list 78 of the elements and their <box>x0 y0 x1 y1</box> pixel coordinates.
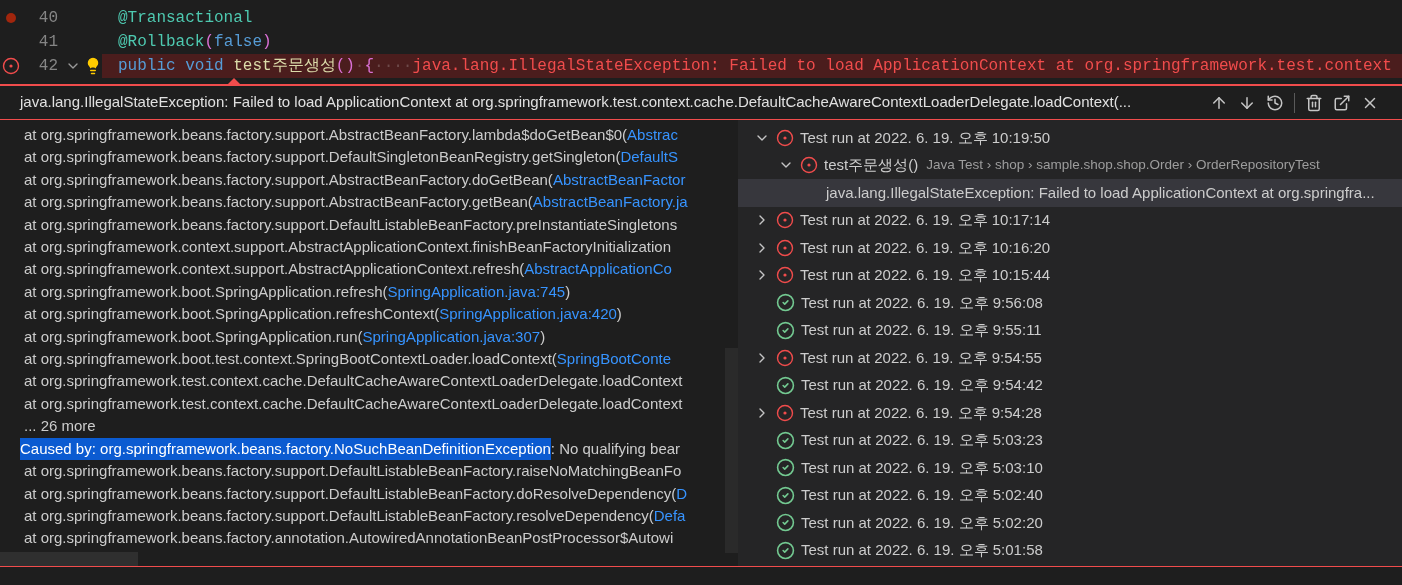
code-line: public void test주문생성()·{····java.lang.IllegalStateException: Failed to load ApplicationContext at org.springframework.test.context <box>118 56 1392 77</box>
tree-row[interactable]: Test run at 2022. 6. 19. 오후 5:03:10 <box>738 454 1402 482</box>
tree-row[interactable]: Test run at 2022. 6. 19. 오후 10:16:20 <box>738 234 1402 262</box>
selected-text: Caused by: org.springframework.beans.factory.NoSuchBeanDefinitionException <box>20 437 551 461</box>
tree-row[interactable]: Test run at 2022. 6. 19. 오후 9:56:08 <box>738 289 1402 317</box>
stack-frame-text: at org.springframework.beans.factory.support.AbstractBeanFactory.doGetBean( <box>24 169 553 190</box>
test-run-label: Test run at 2022. 6. 19. 오후 9:54:42 <box>801 375 1043 395</box>
test-run-label: Test run at 2022. 6. 19. 오후 9:56:08 <box>801 292 1043 313</box>
tree-row[interactable]: Test run at 2022. 6. 19. 오후 5:02:40 <box>738 481 1402 509</box>
stack-frame-text: at org.springframework.boot.test.context.SpringBootContextLoader.loadContext( <box>24 349 557 370</box>
test-path: Java Test › shop › sample.shop.shop.Order › OrderRepositoryTest <box>926 156 1320 175</box>
test-run-label: Test run at 2022. 6. 19. 오후 5:03:23 <box>801 430 1043 450</box>
test-run-label: Test run at 2022. 6. 19. 오후 10:15:44 <box>800 265 1051 285</box>
source-link[interactable]: Abstrac <box>627 124 678 147</box>
line-number: 42 <box>37 56 58 77</box>
test-run-label: Test run at 2022. 6. 19. 오후 10:17:14 <box>800 210 1051 230</box>
tree-row[interactable]: test주문생성() Java Test › shop › sample.shop.shop.Order › OrderRepositoryTest <box>738 151 1402 179</box>
tree-row[interactable]: Test run at 2022. 6. 19. 오후 5:02:20 <box>738 509 1402 537</box>
test-run-label: Test run at 2022. 6. 19. 오후 10:19:50 <box>800 127 1051 148</box>
source-link[interactable]: AbstractBeanFactory.ja <box>532 191 688 214</box>
source-link[interactable]: D <box>676 482 688 505</box>
tree-row[interactable]: Test run at 2022. 6. 19. 오후 10:17:14 <box>738 206 1402 234</box>
tree-row[interactable]: Test run at 2022. 6. 19. 오후 9:54:55 <box>738 344 1402 372</box>
test-run-label: Test run at 2022. 6. 19. 오후 9:54:28 <box>800 402 1042 423</box>
stack-frame-text: at org.springframework.beans.factory.support.DefaultListableBeanFactory.resolveDependency( <box>24 505 654 526</box>
code-line: @Transactional <box>118 8 253 29</box>
horizontal-scrollbar[interactable] <box>0 552 138 566</box>
test-run-label: Test run at 2022. 6. 19. 오후 9:54:55 <box>800 347 1042 368</box>
stack-frame-text: at org.springframework.beans.factory.support.AbstractBeanFactory.getBean( <box>24 192 533 213</box>
delete-button[interactable] <box>1305 93 1323 112</box>
test-run-label: Test run at 2022. 6. 19. 오후 5:03:10 <box>801 457 1043 478</box>
source-link[interactable]: SpringApplication.java:420 <box>439 303 617 326</box>
tree-row[interactable]: java.lang.IllegalStateException: Failed to load ApplicationContext at org.springfra... <box>738 179 1402 207</box>
tree-row[interactable]: Test run at 2022. 6. 19. 오후 5:03:23 <box>738 426 1402 454</box>
stack-frame-text: at org.springframework.beans.factory.support.DefaultSingletonBeanRegistry.getSingleton( <box>24 147 621 168</box>
test-run-label: Test run at 2022. 6. 19. 오후 5:01:58 <box>801 540 1043 560</box>
stack-frame-text: at org.springframework.context.support.AbstractApplicationContext.refresh( <box>24 259 525 280</box>
stack-frame-text: at org.springframework.test.context.cache.DefaultCacheAwareContextLoaderDelegate.loadContext <box>24 393 683 414</box>
stack-frame-text: ) <box>616 304 622 325</box>
code-line: @Rollback(false) <box>118 32 272 53</box>
stack-frame-text: at org.springframework.test.context.cache.DefaultCacheAwareContextLoaderDelegate.loadContext <box>24 371 683 392</box>
test-run-label: Test run at 2022. 6. 19. 오후 10:16:20 <box>800 237 1051 258</box>
test-run-label: Test run at 2022. 6. 19. 오후 5:02:40 <box>801 485 1043 505</box>
source-link[interactable]: AbstractApplicationCo <box>524 258 672 281</box>
stack-trace-text: ... 26 more <box>24 417 96 435</box>
line-number: 41 <box>37 32 58 53</box>
test-run-label: Test run at 2022. 6. 19. 오후 9:55:11 <box>801 320 1042 340</box>
source-link[interactable]: SpringApplication.java:307 <box>362 325 541 349</box>
stack-frame-text: at org.springframework.beans.factory.support.DefaultListableBeanFactory.doResolveDependency( <box>24 483 677 504</box>
tree-row[interactable]: Test run at 2022. 6. 19. 오후 10:15:44 <box>738 261 1402 289</box>
stack-trace-text: : No qualifying bear <box>550 438 681 459</box>
source-link[interactable]: SpringBootConte <box>556 348 672 371</box>
line-number: 40 <box>37 8 58 29</box>
source-link[interactable]: AbstractBeanFactor <box>552 168 686 192</box>
source-link[interactable]: SpringApplication.java:745 <box>387 280 566 304</box>
stack-frame-text: at org.springframework.beans.factory.support.DefaultListableBeanFactory.preInstantiateSingletons <box>24 214 678 235</box>
tree-row[interactable]: Test run at 2022. 6. 19. 오후 5:01:58 <box>738 536 1402 564</box>
tree-row[interactable]: Test run at 2022. 6. 19. 오후 10:19:50 <box>738 124 1402 152</box>
stack-frame-text: at org.springframework.beans.factory.annotation.AutowiredAnnotationBeanPostProcessor$Autowi <box>24 528 674 549</box>
stack-frame-text: at org.springframework.boot.SpringApplication.refreshContext( <box>24 304 440 325</box>
stack-frame-text: at org.springframework.beans.factory.support.AbstractBeanFactory.lambda$doGetBean$0( <box>24 125 628 145</box>
stack-frame-text: at org.springframework.boot.SpringApplication.run( <box>24 326 363 347</box>
stack-frame-text: at org.springframework.boot.SpringApplication.refresh( <box>24 281 388 302</box>
history-button[interactable] <box>1266 93 1284 112</box>
stack-frame-text: at org.springframework.beans.factory.support.DefaultListableBeanFactory.raiseNoMatchingBeanFo <box>24 461 682 482</box>
test-run-label: Test run at 2022. 6. 19. 오후 5:02:20 <box>801 512 1043 533</box>
stack-frame-text: ) <box>565 281 571 302</box>
failure-message: java.lang.IllegalStateException: Failed to load ApplicationContext at org.springfra... <box>826 182 1375 203</box>
source-link[interactable]: DefaultS <box>620 146 678 169</box>
test-name: test주문생성() <box>824 155 919 175</box>
tree-row[interactable]: Test run at 2022. 6. 19. 오후 9:55:11 <box>738 316 1402 344</box>
tree-row[interactable]: Test run at 2022. 6. 19. 오후 9:54:28 <box>738 399 1402 427</box>
peek-title: java.lang.IllegalStateException: Failed to load ApplicationContext at org.springframework.test.context.cache.DefaultCacheAwareContextLoaderDelegate.loadContext(... <box>18 92 1133 113</box>
tree-row[interactable]: Test run at 2022. 6. 19. 오후 9:54:42 <box>738 371 1402 399</box>
open-external-button[interactable] <box>1333 93 1351 112</box>
stack-frame-text: ) <box>540 326 546 347</box>
stack-frame-text: at org.springframework.context.support.AbstractApplicationContext.finishBeanFactoryInitialization <box>24 237 671 258</box>
source-link[interactable]: Defa <box>653 504 686 528</box>
